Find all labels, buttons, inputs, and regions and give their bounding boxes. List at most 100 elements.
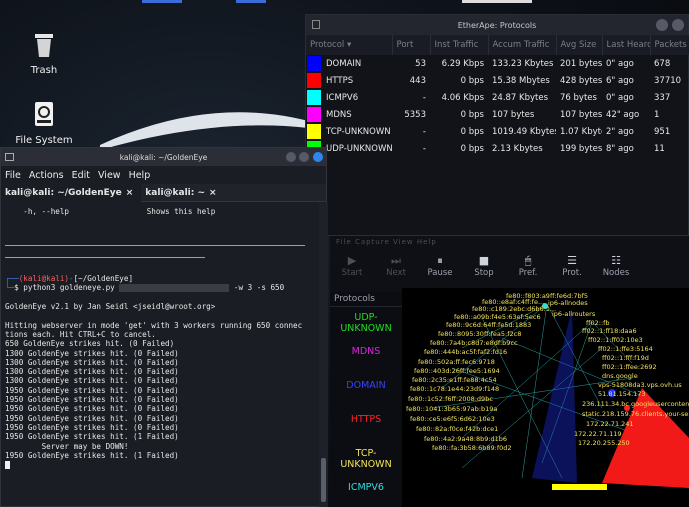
pause-icon: ⏸ [437,254,443,267]
close-icon[interactable] [313,152,323,162]
table-row[interactable]: MDNS 5353 0 bps 107 bytes 107 bytes 42" ago 1 [306,106,689,123]
graph-node-label[interactable]: fe80::82a:f0ce:f42b:dce1 [416,425,498,433]
graph-node-label[interactable]: dns.google [602,372,638,380]
window-menu-icon[interactable] [312,20,320,29]
graph-node-label[interactable]: fe80::1041:3b65:97ab:b19a [406,405,497,413]
protocol-legend-item[interactable]: DOMAIN [330,380,402,391]
graph-node-label[interactable]: ff02::fb [586,319,610,327]
graph-node-label[interactable]: ff02::1:ff02:10e3 [588,336,643,344]
terminal-output[interactable]: -h, --help Shows this help ┌──(kali@kali… [1,203,319,507]
toolbar-pause-button[interactable]: ⏸ Pause [418,250,462,286]
toolbar-start-button[interactable]: ▶ Start [330,250,374,286]
table-row[interactable]: ICMPV6 - 4.06 Kbps 24.87 Kbytes 76 bytes 0" a… [306,89,689,106]
graph-node-label[interactable]: ff02::1:ffe3:5164 [598,345,653,353]
graph-node-label[interactable]: fe80::a09b:f4e5:63ef:5ec6 [454,313,541,321]
graph-node-label[interactable]: fe80::444b:ac5f:faf2:fd16 [424,348,507,356]
maximize-icon[interactable] [672,19,684,31]
toolbar-pref-button[interactable]: 🖱 Pref. [506,250,550,286]
etherape-menubar[interactable]: File Capture View Help [336,238,437,246]
terminal-output-line: 1950 GoldenEye strikes hit. (0 Failed) [5,404,179,414]
protocol-color-swatch [306,72,322,89]
column-header-protocol[interactable]: Protocol ▾ [306,35,393,55]
protocol-inst-traffic: 0 bps [460,75,484,86]
minimize-icon[interactable] [286,152,296,162]
protocol-name: DOMAIN [326,58,362,69]
protocol-legend-item[interactable]: HTTPS [330,414,402,425]
graph-node-label[interactable]: static.218.159.76.clients.your-server.de [582,410,689,418]
terminal-title: kali@kali: ~/GoldenEye [119,152,208,162]
nodes-icon: ☷ [611,254,621,267]
column-header-packets[interactable]: Packets [650,35,689,55]
graph-node-label[interactable]: fe80::502a:ff:fec6:9718 [418,358,495,366]
tab-goldeneye[interactable]: kali@kali: ~/GoldenEye × [1,183,142,202]
desktop-icon-trash[interactable]: Trash [12,30,76,76]
terminal-titlebar[interactable]: kali@kali: ~/GoldenEye [1,148,326,166]
graph-node-label[interactable]: fe80::403d:26ff:fee5:1694 [414,367,500,375]
protocols-window-titlebar[interactable]: EtherApe: Protocols [306,15,688,35]
menu-edit[interactable]: Edit [72,170,90,181]
menu-actions[interactable]: Actions [29,170,64,181]
protocol-legend-item[interactable]: TCP-UNKNOWN [330,448,402,470]
protocol-legend-item[interactable]: UDP-UNKNOWN [330,312,402,334]
terminal-scrollbar[interactable] [319,203,328,507]
toolbar-prot-button[interactable]: ☰ Prot. [550,250,594,286]
minimize-icon[interactable] [656,19,668,31]
protocol-legend-item[interactable]: ICMPV6 [330,482,402,493]
menu-view[interactable]: View [98,170,121,181]
graph-node-label[interactable]: fe80::ce5:e6f5:6d62:10e3 [410,415,495,423]
column-header-avg-size[interactable]: Avg Size [556,35,603,55]
graph-node-label[interactable]: 236.111.34.bc.googleusercontent.c... [582,400,689,408]
menu-help[interactable]: Help [129,170,151,181]
table-row[interactable]: TCP-UNKNOWN - 0 bps 1019.49 Kbytes 1.07 Kbyt… [306,123,689,140]
protocol-accum-traffic: 24.87 Kbytes [492,92,549,103]
graph-node-label[interactable]: fe80::9c6d:64ff:fe5d:1883 [446,321,531,329]
scrollbar-thumb[interactable] [321,458,326,502]
menu-file[interactable]: File [5,170,21,181]
table-row[interactable]: HTTPS 443 0 bps 15.38 Mbytes 428 bytes 6" ago… [306,72,689,89]
graph-node-label[interactable]: fe80::1c52:f6ff:2008:d9bc [408,395,493,403]
graph-node-label[interactable]: ff02::1:ffee:2692 [602,363,657,371]
protocol-legend-panel: Protocols UDP-UNKNOWN MDNS DOMAIN HTTPS TCP-… [330,292,402,507]
graph-node-label[interactable]: 51.81.154.173 [598,390,646,398]
graph-node-label[interactable]: 172.22.71.241 [586,420,634,428]
etherape-main-window: File Capture View Help ▶ Start ⏭ Next ⏸ Pause… [330,236,689,507]
column-header-port[interactable]: Port [392,35,431,55]
graph-node-label[interactable]: 172.22.71.119 [574,430,622,438]
protocol-legend-item[interactable]: MDNS [330,346,402,357]
toolbar-next-button[interactable]: ⏭ Next [374,250,418,286]
graph-node-label[interactable]: fe80::8095:30ff:fea5:f2c8 [438,330,521,338]
graph-node-label[interactable]: fe80::7a4b:c8d7:e8df:b9cc [430,339,518,347]
maximize-icon[interactable] [299,152,309,162]
graph-node-label[interactable]: ip6-allrouters [552,310,595,318]
toolbar-label: Pref. [518,268,538,278]
graph-node-label[interactable]: fe80::fa:3b58:6b89:f0d2 [432,444,512,452]
column-header-last-heard[interactable]: Last Heard [602,35,651,55]
redacted-target [119,284,230,292]
terminal-output-line: Server may be DOWN! [5,441,129,451]
protocol-avg-size: 1.07 Kbytes [560,126,602,137]
desktop-icon-file-system[interactable]: File System [12,100,76,146]
table-row[interactable]: UDP-UNKNOWN - 0 bps 2.13 Kbytes 199 bytes 8" … [306,140,689,157]
column-header-inst-traffic[interactable]: Inst Traffic [430,35,489,55]
toolbar-nodes-button[interactable]: ☷ Nodes [594,250,638,286]
graph-node-label[interactable]: vps-51808da3.vps.ovh.us [598,381,682,389]
graph-node-label[interactable]: fe80::c189:2ebc:d6b6:1... [472,305,556,313]
close-tab-icon[interactable]: × [126,188,134,198]
graph-node-label[interactable]: fe80::1c78:1e44:23d9:f148 [410,385,499,393]
network-graph[interactable]: fe80::f803:a9ff:fe6d:7bf5 fe80::e8af:c4ff… [402,288,689,507]
protocol-accum-traffic: 133.23 Kbytes [492,58,554,69]
tab-home[interactable]: kali@kali: ~ × [141,188,224,198]
graph-node-label[interactable]: 172.20.255.250 [578,439,630,447]
graph-node-label[interactable]: ff02::1:ff18:daa6 [582,327,637,335]
toolbar-stop-button[interactable]: ■ Stop [462,250,506,286]
graph-node-label[interactable]: fe80::2c35:e1ff:fe88:4c54 [412,376,497,384]
table-row[interactable]: DOMAIN 53 6.29 Kbps 133.23 Kbytes 201 bytes 0… [306,55,689,72]
graph-node-label[interactable]: ff02::1:fff:f19d [602,354,649,362]
terminal-output-line: 1300 GoldenEye strikes hit. (0 Failed) [5,357,179,367]
etherape-protocols-window: EtherApe: Protocols Protocol ▾ Port Inst… [305,14,689,236]
close-tab-icon[interactable]: × [209,188,217,198]
protocol-color-swatch [306,106,322,123]
protocol-inst-traffic: 0 bps [460,126,484,137]
column-header-accum-traffic[interactable]: Accum Traffic [488,35,557,55]
graph-node-label[interactable]: fe80::4a2:9a48:8b9:d1b6 [424,435,507,443]
